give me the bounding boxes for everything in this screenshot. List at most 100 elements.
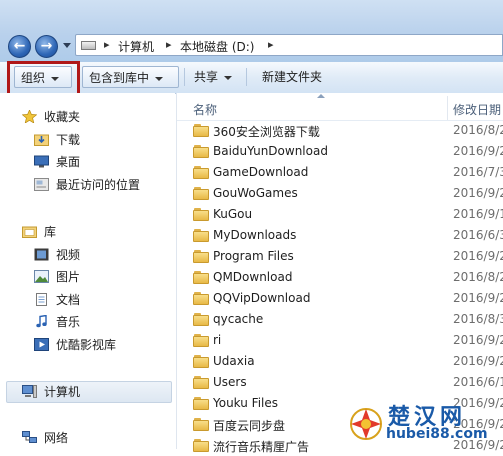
breadcrumb-local-disk[interactable]: 本地磁盘 (D:) bbox=[180, 38, 254, 55]
file-name: GouWoGames bbox=[213, 186, 298, 200]
media-library-icon bbox=[34, 338, 49, 351]
file-name: 百度云同步盘 bbox=[213, 419, 286, 433]
folder-icon bbox=[193, 208, 209, 221]
file-row[interactable]: GouWoGames 2016/9/2 bbox=[177, 183, 503, 204]
computer-icon bbox=[22, 385, 37, 398]
file-row[interactable]: KuGou 2016/9/1 bbox=[177, 204, 503, 225]
file-modified-date: 2016/8/2 bbox=[453, 123, 503, 137]
file-name: KuGou bbox=[213, 207, 253, 221]
address-bar[interactable]: ▸ 计算机 ▸ 本地磁盘 (D:) ▸ bbox=[75, 34, 503, 56]
folder-icon bbox=[193, 124, 209, 137]
file-name: Program Files bbox=[213, 249, 294, 263]
folder-icon bbox=[193, 418, 209, 431]
file-row[interactable]: QQVipDownload 2016/9/2 bbox=[177, 288, 503, 309]
file-name: QMDownload bbox=[213, 270, 293, 284]
file-modified-date: 2016/6/1 bbox=[453, 375, 503, 389]
nav-label: 桌面 bbox=[56, 155, 81, 169]
breadcrumb-computer[interactable]: 计算机 bbox=[118, 38, 154, 55]
toolbar-divider bbox=[184, 68, 185, 86]
nav-label: 收藏夹 bbox=[44, 110, 81, 124]
file-name: Udaxia bbox=[213, 354, 255, 368]
nav-label: 图片 bbox=[56, 270, 81, 284]
breadcrumb-separator-icon[interactable]: ▸ bbox=[268, 38, 274, 51]
nav-label: 文档 bbox=[56, 293, 81, 307]
folder-icon bbox=[193, 271, 209, 284]
watermark-logo-icon bbox=[350, 408, 382, 440]
breadcrumb-separator-icon[interactable]: ▸ bbox=[104, 38, 110, 51]
desktop-icon bbox=[34, 155, 49, 168]
file-modified-date: 2016/8/3 bbox=[453, 312, 503, 326]
watermark: 楚汉网 hubei88.com bbox=[338, 398, 503, 449]
nav-label: 下载 bbox=[56, 133, 81, 147]
title-bar: ← → ▸ 计算机 ▸ 本地磁盘 (D:) ▸ bbox=[0, 0, 503, 62]
navigation-pane: 收藏夹 下载 桌面 最近访问的位置 库 视频 图片 文档 音乐 优酷影视库 计算… bbox=[0, 93, 175, 449]
file-modified-date: 2016/6/3 bbox=[453, 228, 503, 242]
file-name: QQVipDownload bbox=[213, 291, 311, 305]
file-name: BaiduYunDownload bbox=[213, 144, 328, 158]
folder-icon bbox=[193, 187, 209, 200]
file-row[interactable]: Users 2016/6/1 bbox=[177, 372, 503, 393]
forward-button[interactable]: → bbox=[35, 35, 58, 58]
folder-icon bbox=[193, 166, 209, 179]
file-modified-date: 2016/7/3 bbox=[453, 165, 503, 179]
folder-icon bbox=[193, 292, 209, 305]
column-resize-handle[interactable] bbox=[447, 96, 448, 120]
nav-label: 优酷影视库 bbox=[56, 338, 117, 352]
library-icon bbox=[22, 226, 37, 238]
file-row[interactable]: MyDownloads 2016/6/3 bbox=[177, 225, 503, 246]
file-row[interactable]: Udaxia 2016/9/2 bbox=[177, 351, 503, 372]
file-modified-date: 2016/9/2 bbox=[453, 354, 503, 368]
nav-label: 库 bbox=[44, 225, 57, 239]
share-label: 共享 bbox=[194, 70, 219, 84]
star-icon bbox=[22, 110, 37, 123]
folder-icon bbox=[193, 145, 209, 158]
file-modified-date: 2016/8/2 bbox=[453, 270, 503, 284]
document-icon bbox=[36, 293, 47, 306]
folder-icon bbox=[193, 397, 209, 410]
video-icon bbox=[34, 248, 49, 261]
nav-label: 计算机 bbox=[44, 385, 81, 399]
new-folder-label: 新建文件夹 bbox=[262, 70, 323, 84]
nav-label: 视频 bbox=[56, 248, 81, 262]
file-modified-date: 2016/9/1 bbox=[453, 207, 503, 221]
file-row[interactable]: Program Files 2016/9/2 bbox=[177, 246, 503, 267]
include-in-library-button[interactable]: 包含到库中 bbox=[82, 66, 179, 88]
breadcrumb-separator-icon[interactable]: ▸ bbox=[166, 38, 172, 51]
back-button[interactable]: ← bbox=[8, 35, 31, 58]
file-row[interactable]: qycache 2016/8/3 bbox=[177, 309, 503, 330]
file-name: 360安全浏览器下载 bbox=[213, 125, 320, 139]
music-icon bbox=[36, 315, 47, 328]
share-button[interactable]: 共享 bbox=[188, 66, 238, 88]
new-folder-button[interactable]: 新建文件夹 bbox=[256, 66, 328, 88]
nav-label: 音乐 bbox=[56, 315, 81, 329]
chevron-down-icon bbox=[155, 76, 164, 81]
column-name-header[interactable]: 名称 bbox=[193, 101, 217, 118]
file-modified-date: 2016/9/2 bbox=[453, 249, 503, 263]
folder-icon bbox=[193, 313, 209, 326]
file-row[interactable]: GameDownload 2016/7/3 bbox=[177, 162, 503, 183]
file-modified-date: 2016/9/2 bbox=[453, 291, 503, 305]
folder-icon bbox=[193, 376, 209, 389]
file-row[interactable]: BaiduYunDownload 2016/9/2 bbox=[177, 141, 503, 162]
recent-pages-dropdown[interactable] bbox=[63, 43, 71, 48]
file-row[interactable]: 360安全浏览器下载 2016/8/2 bbox=[177, 120, 503, 141]
drive-icon bbox=[81, 41, 96, 50]
toolbar-divider bbox=[246, 68, 247, 86]
file-list: 名称 修改日期 360安全浏览器下载 2016/8/2 BaiduYunDownlo… bbox=[177, 93, 503, 454]
back-arrow-icon: ← bbox=[13, 38, 26, 54]
file-name: 流行音乐精厘广告 bbox=[213, 440, 310, 454]
file-row[interactable]: QMDownload 2016/8/2 bbox=[177, 267, 503, 288]
nav-label: 最近访问的位置 bbox=[56, 178, 141, 192]
file-name: Users bbox=[213, 375, 247, 389]
recent-places-icon bbox=[34, 178, 49, 191]
nav-label: 网络 bbox=[44, 431, 69, 445]
file-name: qycache bbox=[213, 312, 264, 326]
include-in-library-label: 包含到库中 bbox=[89, 71, 150, 85]
column-modified-header[interactable]: 修改日期 bbox=[453, 101, 501, 118]
file-name: Youku Files bbox=[213, 396, 279, 410]
folder-icon bbox=[193, 250, 209, 263]
file-modified-date: 2016/9/2 bbox=[453, 333, 503, 347]
sort-ascending-icon bbox=[317, 94, 325, 98]
file-row[interactable]: ri 2016/9/2 bbox=[177, 330, 503, 351]
column-header: 名称 修改日期 bbox=[177, 93, 503, 121]
